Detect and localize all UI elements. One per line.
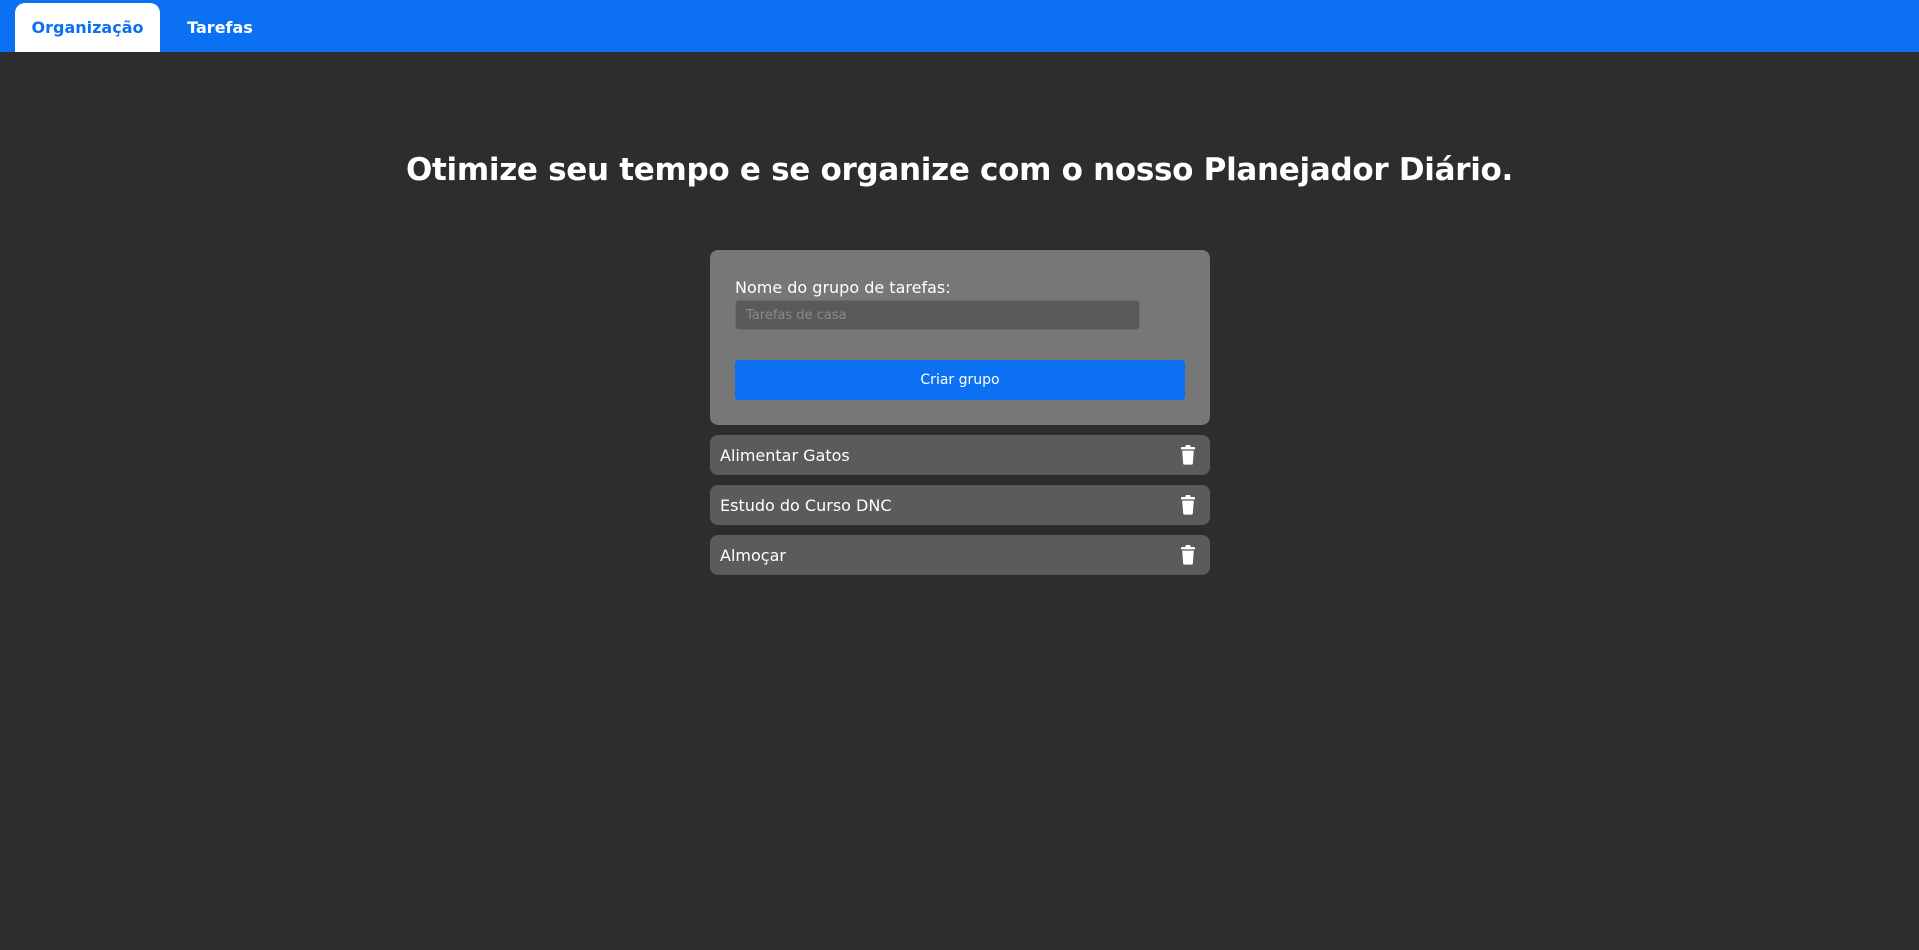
group-item[interactable]: Alimentar Gatos — [710, 435, 1210, 475]
group-item-label: Estudo do Curso DNC — [720, 496, 892, 515]
trash-icon[interactable] — [1180, 545, 1196, 565]
group-name-label: Nome do grupo de tarefas: — [735, 278, 951, 297]
group-item-label: Alimentar Gatos — [720, 446, 850, 465]
group-item-label: Almoçar — [720, 546, 786, 565]
create-group-form: Nome do grupo de tarefas: Criar grupo — [710, 250, 1210, 425]
trash-icon[interactable] — [1180, 445, 1196, 465]
create-group-button[interactable]: Criar grupo — [735, 360, 1185, 400]
tab-tarefas[interactable]: Tarefas — [174, 3, 266, 52]
group-item[interactable]: Estudo do Curso DNC — [710, 485, 1210, 525]
page-headline: Otimize seu tempo e se organize com o no… — [405, 152, 1514, 188]
top-navbar: Organização Tarefas — [0, 0, 1919, 52]
tab-organizacao[interactable]: Organização — [15, 3, 160, 52]
trash-icon[interactable] — [1180, 495, 1196, 515]
group-name-input[interactable] — [735, 300, 1140, 330]
group-item[interactable]: Almoçar — [710, 535, 1210, 575]
